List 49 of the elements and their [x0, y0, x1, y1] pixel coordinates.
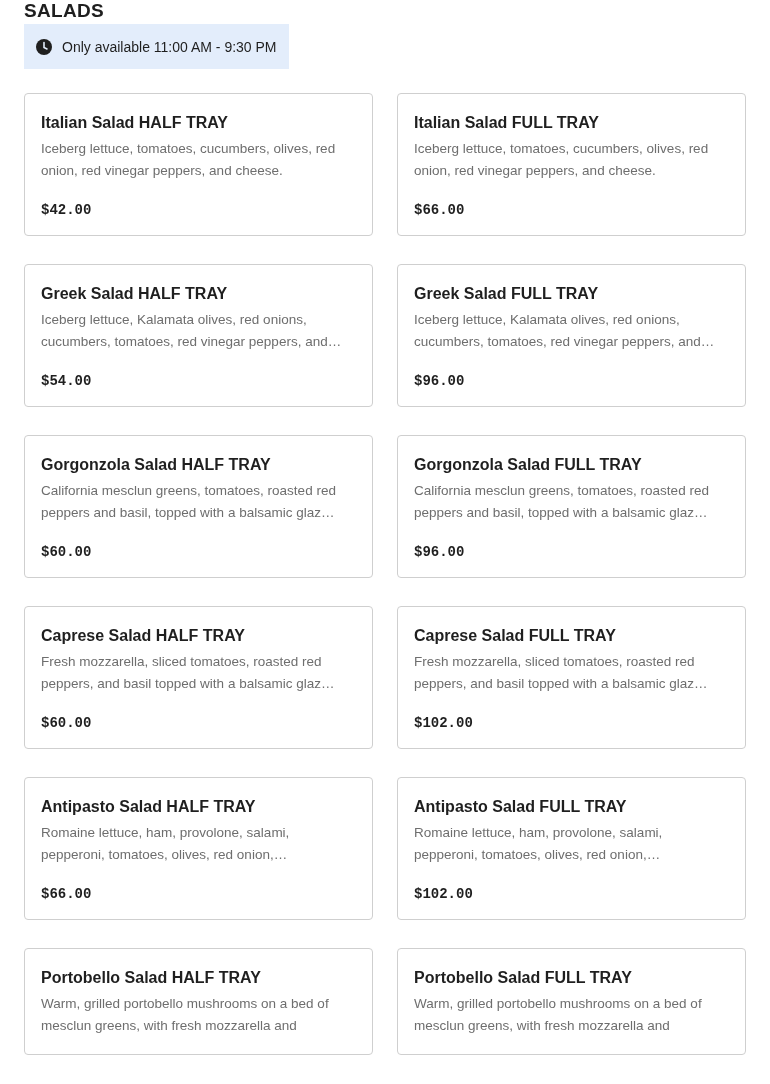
- item-name: Gorgonzola Salad FULL TRAY: [414, 455, 643, 475]
- item-name: Portobello Salad FULL TRAY: [414, 968, 633, 988]
- menu-item-card[interactable]: Portobello Salad HALF TRAY Warm, grilled portobello mushrooms on a bed of mesclun greens, with fresh mozzarella and: [24, 948, 373, 1055]
- item-name: Antipasto Salad HALF TRAY: [41, 797, 257, 817]
- item-price: $66.00: [41, 886, 93, 902]
- item-name: Italian Salad HALF TRAY: [41, 113, 229, 133]
- item-name: Caprese Salad HALF TRAY: [41, 626, 246, 646]
- item-price: $60.00: [41, 544, 93, 560]
- menu-item-card[interactable]: Italian Salad HALF TRAY Iceberg lettuce, tomatoes, cucumbers, olives, red onion, red vinegar peppers, and cheese. $42.00: [24, 93, 373, 236]
- item-name: Portobello Salad HALF TRAY: [41, 968, 262, 988]
- item-description: Fresh mozzarella, sliced tomatoes, roasted red peppers, and basil topped with a balsamic glaz…: [41, 653, 336, 693]
- item-price: $66.00: [414, 202, 466, 218]
- item-name: Caprese Salad FULL TRAY: [414, 626, 617, 646]
- item-price: $96.00: [414, 544, 466, 560]
- clock-icon: [36, 38, 52, 55]
- section-title: SALADS: [24, 0, 105, 22]
- menu-item-card[interactable]: Portobello Salad FULL TRAY Warm, grilled portobello mushrooms on a bed of mesclun greens, with fresh mozzarella and: [397, 948, 746, 1055]
- item-description: Warm, grilled portobello mushrooms on a bed of mesclun greens, with fresh mozzarella and: [41, 995, 330, 1035]
- item-description: Iceberg lettuce, tomatoes, cucumbers, olives, red onion, red vinegar peppers, and cheese.: [41, 140, 337, 180]
- item-price: $102.00: [414, 715, 474, 731]
- menu-item-card[interactable]: Antipasto Salad FULL TRAY Romaine lettuce, ham, provolone, salami, pepperoni, tomatoes, olives, red onion,… $102.00: [397, 777, 746, 920]
- item-description: California mesclun greens, tomatoes, roasted red peppers and basil, topped with a balsamic glaz…: [414, 482, 710, 522]
- item-description: Romaine lettuce, ham, provolone, salami, pepperoni, tomatoes, olives, red onion,…: [41, 824, 291, 864]
- item-description: Romaine lettuce, ham, provolone, salami, pepperoni, tomatoes, olives, red onion,…: [414, 824, 664, 864]
- menu-item-card[interactable]: Antipasto Salad HALF TRAY Romaine lettuce, ham, provolone, salami, pepperoni, tomatoes, olives, red onion,… $66.00: [24, 777, 373, 920]
- item-description: Warm, grilled portobello mushrooms on a bed of mesclun greens, with fresh mozzarella and: [414, 995, 703, 1035]
- item-description: Fresh mozzarella, sliced tomatoes, roasted red peppers, and basil topped with a balsamic glaz…: [414, 653, 709, 693]
- menu-item-card[interactable]: Caprese Salad FULL TRAY Fresh mozzarella, sliced tomatoes, roasted red peppers, and basil topped with a balsamic glaz… $102.00: [397, 606, 746, 749]
- item-description: California mesclun greens, tomatoes, roasted red peppers and basil, topped with a balsamic glaz…: [41, 482, 337, 522]
- menu-item-card[interactable]: Gorgonzola Salad FULL TRAY California mesclun greens, tomatoes, roasted red peppers and basil, topped with a balsamic glaz… $96.00: [397, 435, 746, 578]
- item-price: $102.00: [414, 886, 474, 902]
- item-name: Gorgonzola Salad HALF TRAY: [41, 455, 272, 475]
- item-description: Iceberg lettuce, tomatoes, cucumbers, olives, red onion, red vinegar peppers, and cheese.: [414, 140, 710, 180]
- menu-item-card[interactable]: Greek Salad HALF TRAY Iceberg lettuce, Kalamata olives, red onions, cucumbers, tomatoes, red vinegar peppers, and… $54.00: [24, 264, 373, 407]
- item-description: Iceberg lettuce, Kalamata olives, red onions, cucumbers, tomatoes, red vinegar peppers, and…: [414, 311, 716, 351]
- item-name: Greek Salad FULL TRAY: [414, 284, 600, 304]
- menu-item-card[interactable]: Italian Salad FULL TRAY Iceberg lettuce, tomatoes, cucumbers, olives, red onion, red vinegar peppers, and cheese. $66.00: [397, 93, 746, 236]
- item-name: Greek Salad HALF TRAY: [41, 284, 229, 304]
- item-name: Antipasto Salad FULL TRAY: [414, 797, 628, 817]
- item-name: Italian Salad FULL TRAY: [414, 113, 600, 133]
- item-description: Iceberg lettuce, Kalamata olives, red onions, cucumbers, tomatoes, red vinegar peppers, and…: [41, 311, 343, 351]
- item-price: $54.00: [41, 373, 93, 389]
- menu-item-card[interactable]: Greek Salad FULL TRAY Iceberg lettuce, Kalamata olives, red onions, cucumbers, tomatoes, red vinegar peppers, and… $96.00: [397, 264, 746, 407]
- item-price: $42.00: [41, 202, 93, 218]
- item-price: $60.00: [41, 715, 93, 731]
- item-price: $96.00: [414, 373, 466, 389]
- menu-item-card[interactable]: Gorgonzola Salad HALF TRAY California mesclun greens, tomatoes, roasted red peppers and basil, topped with a balsamic glaz… $60.00: [24, 435, 373, 578]
- menu-item-card[interactable]: Caprese Salad HALF TRAY Fresh mozzarella, sliced tomatoes, roasted red peppers, and basil topped with a balsamic glaz… $60.00: [24, 606, 373, 749]
- availability-text: Only available 11:00 AM - 9:30 PM: [62, 38, 277, 55]
